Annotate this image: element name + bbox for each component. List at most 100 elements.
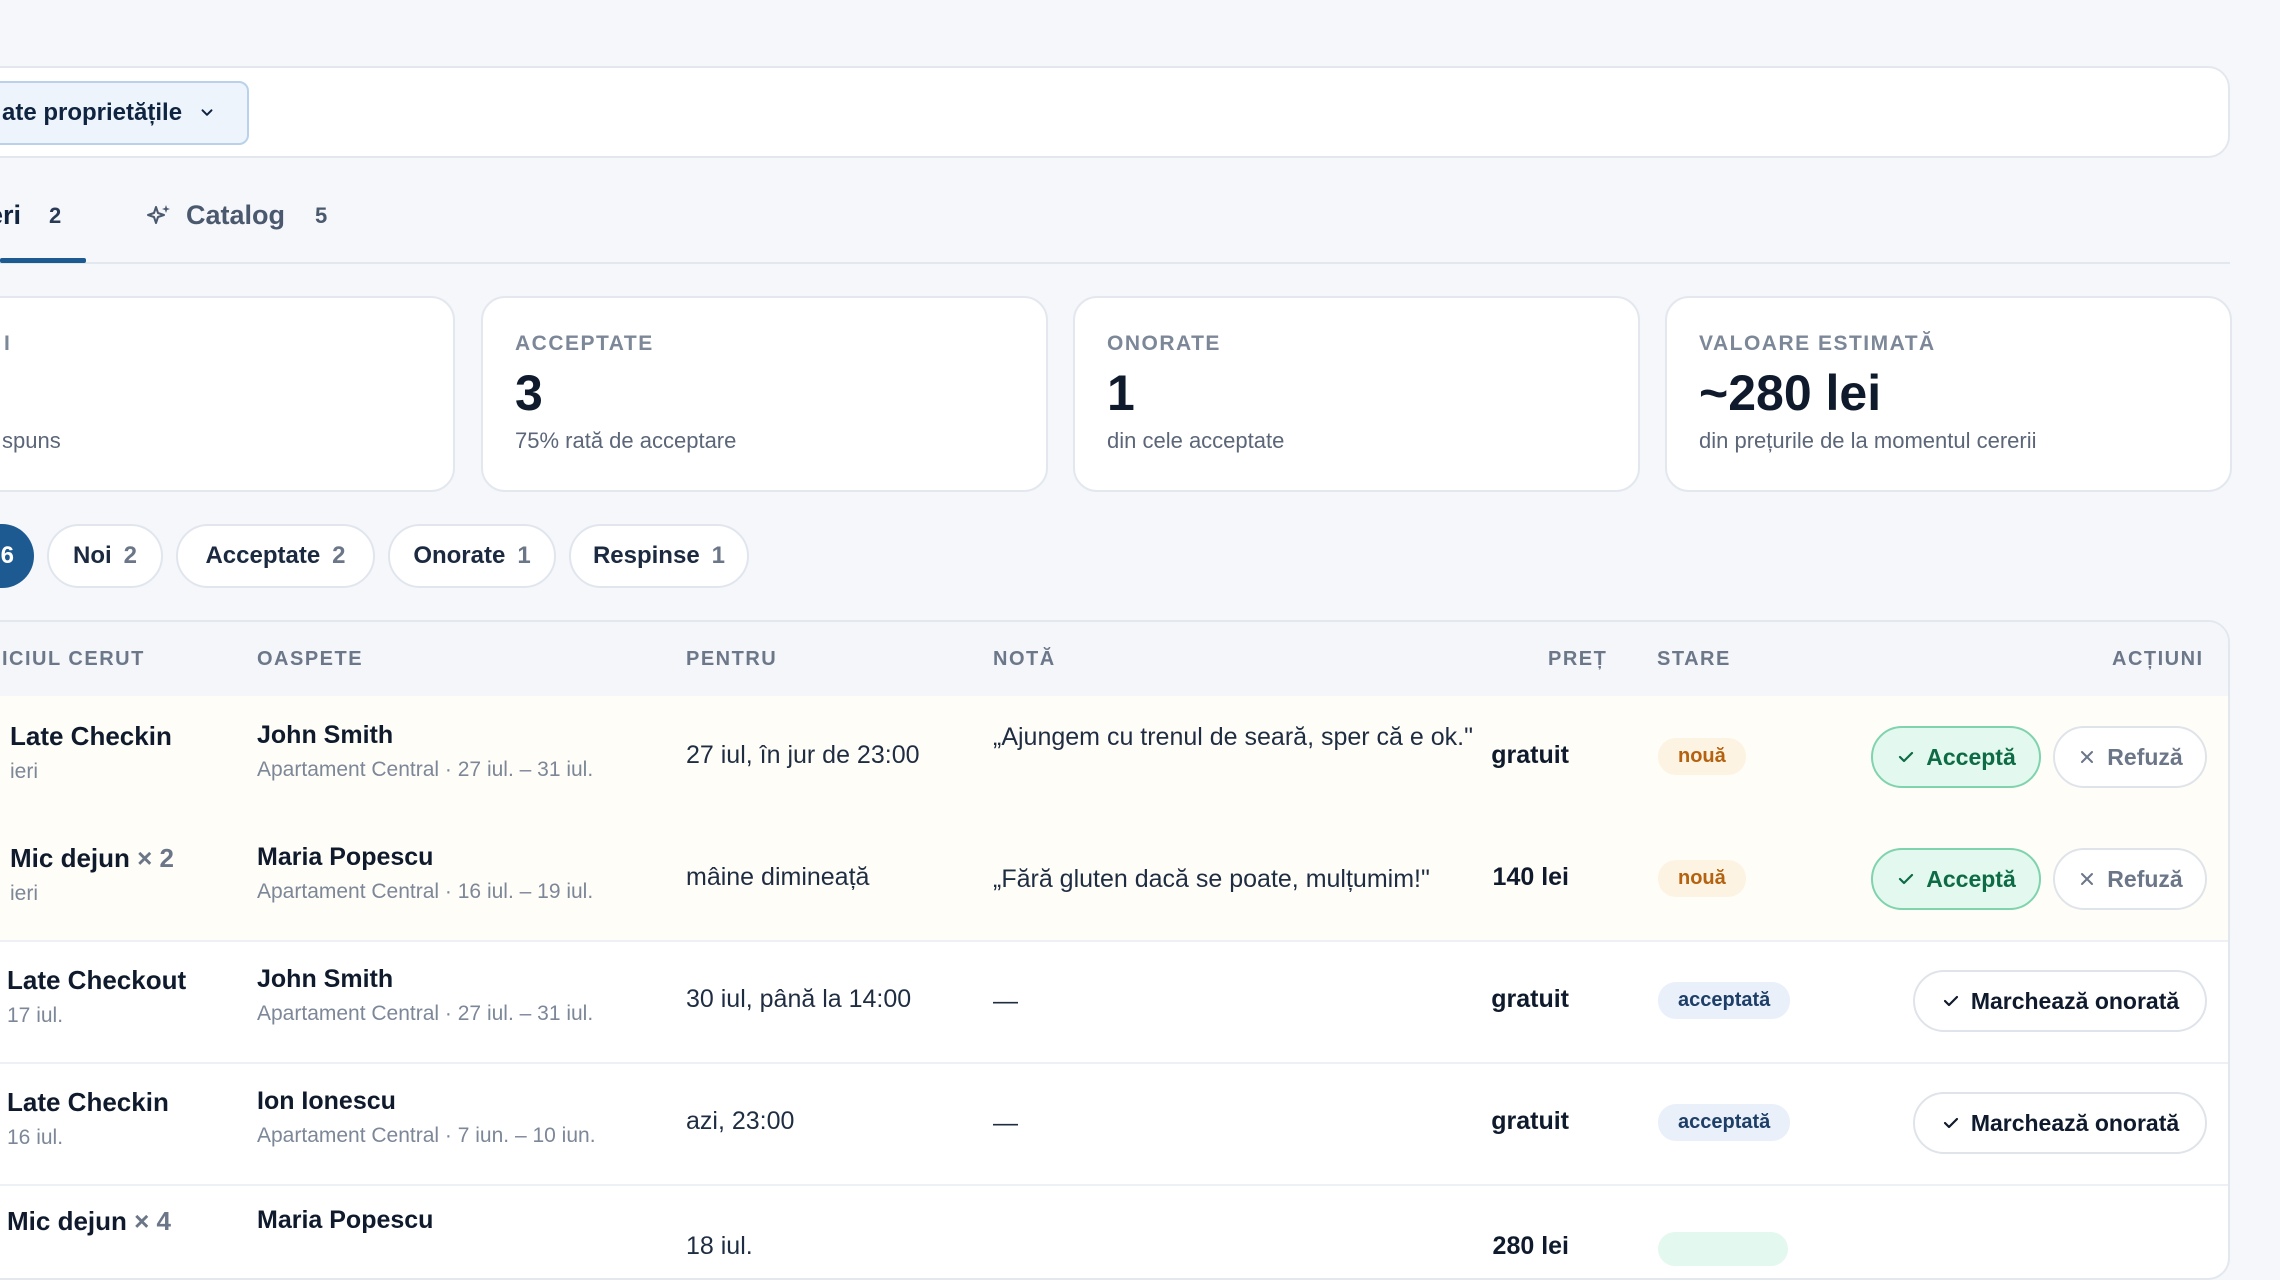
service-name: Mic dejun	[7, 1206, 127, 1236]
price-cell: gratuit	[1491, 985, 1569, 1013]
guest-stay: Apartament Central · 16 iul. – 19 iul.	[257, 880, 594, 903]
guest-cell: John Smith Apartament Central · 27 iul. …	[257, 721, 593, 782]
service-cell: Mic dejun × 4	[7, 1206, 171, 1237]
tab-catalog[interactable]: Catalog 5	[146, 200, 327, 231]
property-select[interactable]: ate proprietățile	[0, 81, 249, 145]
table-row: Mic dejun × 4 Maria Popescu 18 iul. 280 …	[0, 1184, 2228, 1278]
note-cell: „Fără gluten dacă se poate, mulțumim!"	[993, 865, 1430, 893]
header-status: STARE	[1657, 648, 1731, 670]
for-cell: azi, 23:00	[686, 1107, 795, 1135]
tabs-divider	[0, 262, 2230, 264]
chevron-down-icon	[201, 109, 213, 116]
stat-card-estimated-value: VALOARE ESTIMATĂ ~280 lei din prețurile …	[1665, 296, 2232, 492]
service-quantity: × 2	[137, 843, 175, 873]
price-cell: gratuit	[1491, 741, 1569, 769]
for-cell: 30 iul, până la 14:00	[686, 985, 912, 1013]
chip-all-count: 6	[0, 542, 14, 569]
close-icon	[2081, 751, 2094, 763]
service-name: Late Checkin	[10, 721, 172, 751]
guest-stay: Apartament Central · 7 iun. – 10 iun.	[257, 1124, 596, 1147]
note-cell: —	[993, 1109, 1018, 1137]
chip-label: Acceptate	[205, 542, 321, 569]
service-name: Late Checkin	[7, 1087, 169, 1117]
tab-requests[interactable]: eri 2	[0, 200, 61, 231]
chip-rejected[interactable]: Respinse 1	[569, 524, 749, 588]
stat-card-accepted: ACCEPTATE 3 75% rată de acceptare	[481, 296, 1048, 492]
guest-cell: Maria Popescu Apartament Central · 16 iu…	[257, 843, 593, 904]
service-date: ieri	[10, 760, 39, 783]
accept-button[interactable]: Acceptă	[1871, 726, 2041, 788]
note-cell: —	[993, 987, 1018, 1015]
guest-name: Maria Popescu	[257, 1206, 434, 1234]
stat-value: ~280 lei	[1699, 365, 1882, 421]
mark-honored-label: Marchează onorată	[1970, 1109, 2180, 1136]
header-guest: OASPETE	[257, 648, 364, 670]
close-icon	[2081, 873, 2094, 885]
header-for: PENTRU	[686, 648, 778, 670]
for-cell: 18 iul.	[686, 1232, 753, 1260]
stat-label: VALOARE ESTIMATĂ	[1699, 332, 1936, 355]
for-cell: mâine dimineață	[686, 863, 870, 891]
status-cell: acceptată	[1658, 1104, 1791, 1141]
service-date: 16 iul.	[7, 1126, 64, 1149]
guest-name: John Smith	[257, 721, 394, 749]
active-tab-indicator	[0, 258, 86, 263]
status-badge: nouă	[1658, 860, 1746, 897]
stat-sub: din cele acceptate	[1107, 428, 1285, 453]
stat-sub: spuns	[2, 428, 61, 453]
stat-card-new: I spuns	[0, 296, 455, 492]
service-cell: Late Checkin ieri	[10, 721, 172, 784]
guest-stay: Apartament Central · 27 iul. – 31 iul.	[257, 1002, 594, 1025]
header-note: NOTĂ	[993, 648, 1056, 670]
price-cell: 280 lei	[1492, 1232, 1569, 1260]
accept-label: Acceptă	[1926, 865, 2016, 892]
filter-bar	[0, 66, 2230, 158]
chip-new[interactable]: Noi 2	[47, 524, 163, 588]
service-name: Mic dejun	[10, 843, 130, 873]
stat-value: 3	[515, 365, 543, 421]
header-service: ICIUL CERUT	[2, 648, 145, 670]
refuse-button[interactable]: Refuză	[2053, 848, 2207, 910]
chip-label: Onorate	[413, 542, 506, 569]
chip-all[interactable]: 6	[0, 524, 34, 588]
guest-cell: Maria Popescu	[257, 1206, 433, 1235]
guest-cell: Ion Ionescu Apartament Central · 7 iun. …	[257, 1087, 596, 1148]
table-header: ICIUL CERUT OASPETE PENTRU NOTĂ PREȚ STA…	[0, 622, 2228, 698]
property-select-label: ate proprietățile	[2, 99, 183, 126]
guest-name: John Smith	[257, 965, 394, 993]
accept-button[interactable]: Acceptă	[1871, 848, 2041, 910]
check-icon	[1943, 1117, 1958, 1129]
chip-count: 1	[711, 542, 726, 569]
for-cell: 27 iul, în jur de 23:00	[686, 741, 920, 769]
chip-count: 2	[332, 542, 346, 569]
tab-catalog-count: 5	[315, 202, 328, 228]
header-actions: ACȚIUNI	[2112, 648, 2204, 670]
service-date: 17 iul.	[7, 1004, 64, 1027]
stat-sub: din prețurile de la momentul cererii	[1699, 428, 2037, 453]
chip-count: 2	[123, 542, 138, 569]
status-badge: acceptată	[1658, 1104, 1791, 1141]
stat-card-honored: ONORATE 1 din cele acceptate	[1073, 296, 1640, 492]
service-cell: Mic dejun × 2 ieri	[10, 843, 174, 906]
status-badge: acceptată	[1658, 982, 1791, 1019]
service-quantity: × 4	[134, 1206, 172, 1236]
mark-honored-button[interactable]: Marchează onorată	[1913, 970, 2207, 1032]
stat-label: ACCEPTATE	[515, 332, 654, 355]
guest-cell: John Smith Apartament Central · 27 iul. …	[257, 965, 593, 1026]
mark-honored-button[interactable]: Marchează onorată	[1913, 1092, 2207, 1154]
refuse-button[interactable]: Refuză	[2053, 726, 2207, 788]
tab-requests-label: eri	[0, 200, 22, 230]
chip-label: Respinse	[592, 542, 700, 569]
chip-honored[interactable]: Onorate 1	[388, 524, 556, 588]
stat-label: ONORATE	[1107, 332, 1221, 355]
check-icon	[1899, 751, 1914, 763]
status-cell: nouă	[1658, 860, 1746, 897]
service-date: ieri	[10, 882, 39, 905]
price-cell: gratuit	[1491, 1107, 1569, 1135]
table-row: Late Checkout 17 iul. John Smith Apartam…	[0, 940, 2228, 1064]
stat-sub: 75% rată de acceptare	[515, 428, 737, 453]
chip-accepted[interactable]: Acceptate 2	[176, 524, 375, 588]
table-row: Late Checkin 16 iul. Ion Ionescu Apartam…	[0, 1062, 2228, 1186]
guest-name: Ion Ionescu	[257, 1087, 396, 1115]
header-price: PREȚ	[1548, 648, 1608, 670]
